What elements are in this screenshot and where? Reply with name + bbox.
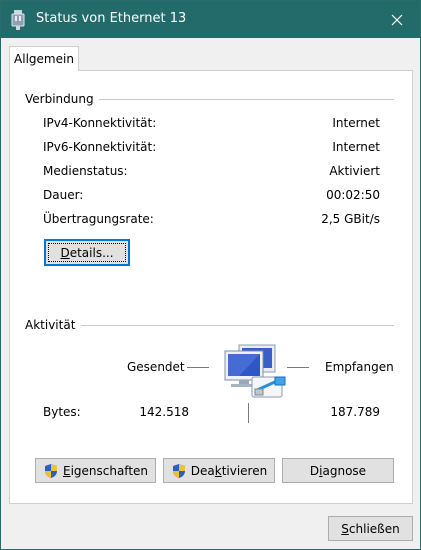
ipv6-label: IPv6-Konnektivität:: [43, 140, 157, 154]
tab-label: Allgemein: [14, 52, 74, 66]
bytes-sent-value: 142.518: [139, 405, 189, 419]
close-dialog-button-label: Schließen: [341, 521, 400, 536]
duration-label: Dauer:: [43, 188, 84, 202]
close-icon: [391, 14, 403, 25]
sent-line: [187, 367, 209, 368]
received-line: [287, 367, 309, 368]
close-button[interactable]: [374, 1, 420, 38]
details-button[interactable]: Details...: [44, 239, 130, 266]
connection-divider: [99, 99, 394, 100]
activity-group-label: Aktivität: [25, 318, 76, 332]
properties-button-label: Eigenschaften: [62, 463, 149, 478]
uac-shield-icon: [44, 463, 57, 478]
close-dialog-button[interactable]: Schließen: [328, 516, 413, 541]
details-button-label: Details...: [60, 245, 114, 260]
received-label: Empfangen: [325, 360, 394, 374]
general-panel: [9, 70, 413, 504]
window-title: Status von Ethernet 13: [36, 11, 187, 26]
activity-separator: [248, 403, 249, 423]
speed-label: Übertragungsrate:: [43, 212, 154, 226]
disable-button[interactable]: Deaktivieren: [163, 458, 275, 483]
speed-value: 2,5 GBit/s: [321, 212, 380, 226]
disable-button-label: Deaktivieren: [190, 463, 268, 478]
ipv4-label: IPv4-Konnektivität:: [43, 116, 157, 130]
diagnose-button[interactable]: Diagnose: [282, 458, 394, 483]
properties-button[interactable]: Eigenschaften: [35, 458, 156, 483]
bytes-received-value: 187.789: [330, 405, 380, 419]
network-adapter-icon: [11, 10, 25, 30]
diagnose-button-label: Diagnose: [309, 463, 367, 478]
ipv4-value: Internet: [332, 116, 380, 130]
status-dialog: Status von Ethernet 13 Allgemein Verbind…: [0, 0, 421, 550]
connection-group-label: Verbindung: [25, 92, 94, 106]
sent-label: Gesendet: [127, 360, 185, 374]
media-status-value: Aktiviert: [329, 164, 380, 178]
media-status-label: Medienstatus:: [43, 164, 128, 178]
uac-shield-icon: [172, 463, 185, 478]
network-computers-icon: [224, 344, 286, 398]
title-bar: Status von Ethernet 13: [1, 1, 420, 38]
ipv6-value: Internet: [332, 140, 380, 154]
tab-allgemein[interactable]: Allgemein: [9, 46, 79, 71]
bytes-label: Bytes:: [43, 405, 81, 419]
duration-value: 00:02:50: [326, 188, 380, 202]
activity-divider: [81, 325, 394, 326]
